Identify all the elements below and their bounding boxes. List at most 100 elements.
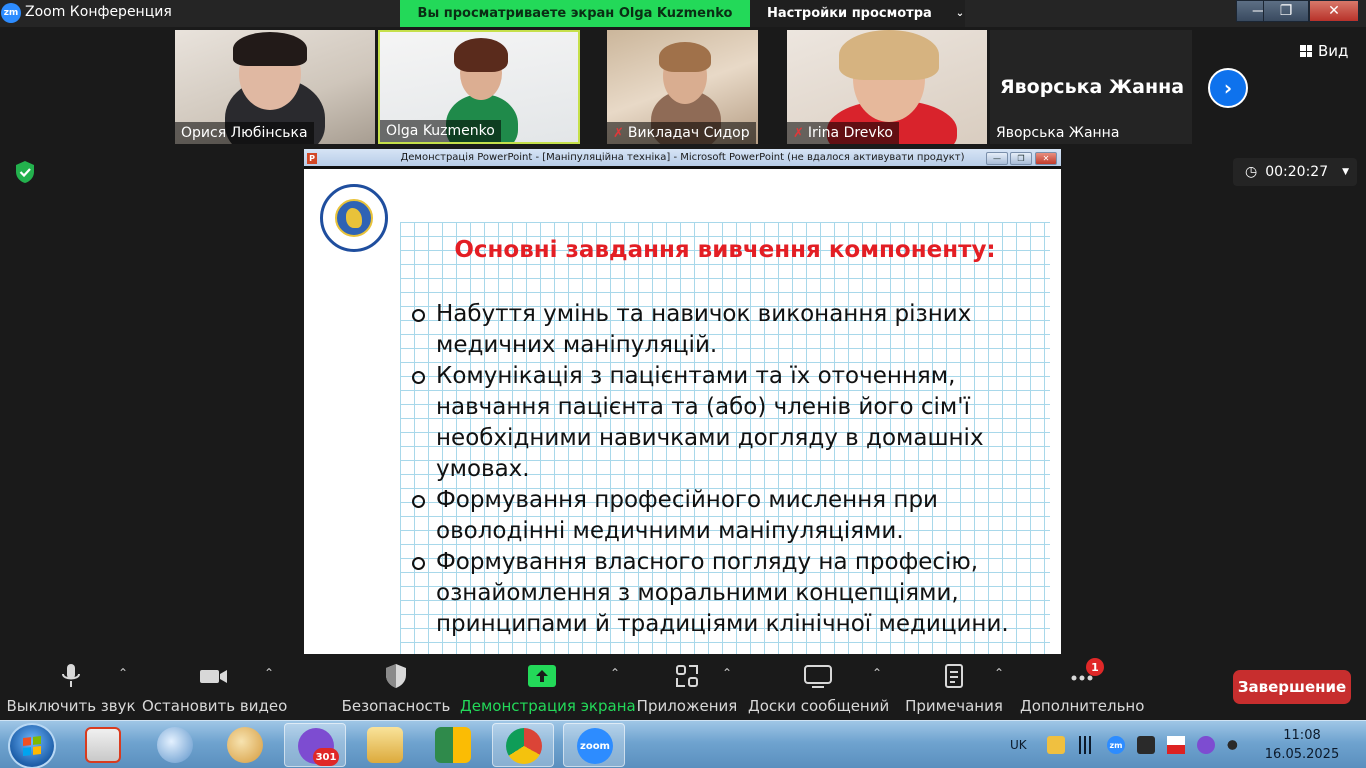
slide-title: Основні завдання вивчення компоненту:	[454, 237, 996, 263]
participant-hair	[233, 32, 307, 66]
bullet-circle-icon	[412, 371, 425, 384]
gallery-next-button[interactable]: ›	[1208, 68, 1248, 108]
share-banner: Вы просматриваете экран Olga Kuzmenko	[400, 0, 750, 27]
share-screen-button[interactable]: ⌃ Демонстрация экрана	[460, 654, 636, 720]
close-icon: ✕	[1328, 3, 1340, 19]
mute-options-caret-icon[interactable]: ⌃	[118, 666, 128, 680]
mic-muted-icon: ✗	[793, 125, 804, 141]
notes-label: Примечания	[905, 697, 1003, 715]
powerpoint-title: Демонстрація PowerPoint - [Маніпуляційна…	[400, 152, 965, 163]
magnifier-app-icon	[157, 727, 193, 763]
chevron-right-icon: ›	[1223, 76, 1233, 100]
whiteboards-label: Доски сообщений	[748, 697, 890, 715]
windows-taskbar: 301 zoom UK zm 11:08 16.05.2025	[0, 720, 1366, 768]
end-meeting-button[interactable]: Завершение	[1233, 670, 1351, 704]
bullet-circle-icon	[412, 495, 425, 508]
participant-name: Olga Kuzmenko	[380, 120, 501, 142]
participant-tile-active-speaker[interactable]: Olga Kuzmenko	[378, 30, 580, 144]
whiteboards-button[interactable]: ⌃ Доски сообщений	[748, 654, 890, 720]
slide-bullet-list: Набуття умінь та навичок виконання різни…	[412, 299, 1052, 640]
meeting-timer[interactable]: ◷ 00:20:27 ▼	[1233, 158, 1357, 186]
grid-icon	[1300, 45, 1312, 57]
share-options-caret-icon[interactable]: ⌃	[610, 666, 620, 680]
stop-video-label: Остановить видео	[142, 697, 288, 715]
whiteboard-icon	[804, 665, 832, 688]
encryption-shield-icon[interactable]	[14, 160, 36, 184]
taskbar-app-reader[interactable]	[72, 723, 134, 767]
taskbar-app-viber[interactable]: 301	[284, 723, 346, 767]
stop-video-button[interactable]: ⌃ Остановить видео	[142, 654, 288, 720]
security-button[interactable]: Безопасность	[336, 654, 456, 720]
view-button[interactable]: Вид	[1300, 42, 1348, 60]
apps-button[interactable]: ⌃ Приложения	[634, 654, 740, 720]
mute-button[interactable]: ⌃ Выключить звук	[0, 654, 142, 720]
paint-app-icon	[227, 727, 263, 763]
whiteboards-options-caret-icon[interactable]: ⌃	[872, 666, 882, 680]
apps-icon	[676, 665, 698, 687]
windows-logo-icon	[23, 736, 41, 756]
notes-options-caret-icon[interactable]: ⌃	[994, 666, 1004, 680]
restore-icon: ❐	[1017, 154, 1025, 163]
clock-icon: ◷	[1245, 164, 1258, 180]
notes-button[interactable]: ⌃ Примечания	[900, 654, 1008, 720]
language-indicator[interactable]: UK	[1010, 721, 1027, 768]
start-button[interactable]	[8, 723, 56, 768]
more-button[interactable]: 1 Дополнительно	[1020, 654, 1144, 720]
taskbar-app-paint[interactable]	[214, 723, 276, 767]
title-bar: zm Zoom Конференция Вы просматриваете эк…	[0, 0, 1366, 27]
close-icon: ✕	[1042, 154, 1050, 163]
view-settings-label: Настройки просмотра	[767, 6, 932, 21]
window-title: Zoom Конференция	[25, 4, 172, 20]
close-button[interactable]: ✕	[1309, 0, 1359, 22]
microphone-icon	[62, 664, 80, 687]
taskbar-clock[interactable]: 11:08 16.05.2025	[1262, 726, 1342, 764]
taskbar-app-search[interactable]	[144, 723, 206, 767]
powerpoint-icon: P	[307, 153, 317, 164]
ppt-restore-button[interactable]: ❐	[1010, 152, 1032, 165]
zoom-tray-icon[interactable]: zm	[1107, 736, 1125, 754]
participant-name: ✗ Викладач Сидор	[607, 122, 756, 144]
clock-date: 16.05.2025	[1264, 747, 1340, 762]
participant-name: Орися Любінська	[175, 122, 314, 144]
ppt-close-button[interactable]: ✕	[1035, 152, 1057, 165]
volume-icon[interactable]	[1227, 736, 1245, 754]
viber-unread-badge: 301	[313, 748, 339, 766]
shared-screen: P Демонстрація PowerPoint - [Маніпуляцій…	[304, 149, 1061, 654]
signal-bars-icon[interactable]	[1077, 736, 1095, 754]
action-center-flag-icon[interactable]	[1167, 736, 1185, 754]
apps-options-caret-icon[interactable]: ⌃	[722, 666, 732, 680]
reader-app-icon	[85, 727, 121, 763]
list-item: Набуття умінь та навичок виконання різни…	[412, 299, 1052, 361]
lion-icon	[346, 208, 362, 228]
participant-name: Яворська Жанна	[996, 125, 1120, 141]
security-label: Безопасность	[341, 697, 451, 715]
restore-button[interactable]: ❐	[1263, 0, 1309, 22]
power-plug-icon[interactable]	[1137, 736, 1155, 754]
view-settings-button[interactable]: Настройки просмотра ⌄	[750, 0, 965, 27]
participant-tile[interactable]: Яворська Жанна Яворська Жанна	[990, 30, 1192, 144]
clock-time: 11:08	[1283, 728, 1321, 743]
taskbar-app-explorer[interactable]	[354, 723, 416, 767]
view-label: Вид	[1318, 42, 1349, 60]
video-camera-icon	[200, 670, 227, 683]
network-tray-icon[interactable]	[1047, 736, 1065, 754]
share-screen-icon	[528, 665, 556, 687]
security-shield-icon	[386, 664, 406, 688]
participant-tile[interactable]: ✗ Irina Drevko	[787, 30, 987, 144]
list-item: Комунікація з пацієнтами та їх оточенням…	[412, 361, 1052, 485]
viber-tray-icon[interactable]	[1197, 736, 1215, 754]
video-options-caret-icon[interactable]: ⌃	[264, 666, 274, 680]
taskbar-app-zoom[interactable]: zoom	[563, 723, 625, 767]
participant-tile[interactable]: Орися Любінська	[175, 30, 375, 144]
meeting-toolbar: ⌃ Выключить звук ⌃ Остановить видео Безо…	[0, 654, 1366, 720]
taskbar-app-meet[interactable]	[422, 723, 484, 767]
taskbar-app-chrome[interactable]	[492, 723, 554, 767]
ppt-minimize-button[interactable]: —	[986, 152, 1008, 165]
minimize-icon: —	[993, 154, 1001, 163]
more-label: Дополнительно	[1020, 697, 1145, 715]
mute-label: Выключить звук	[6, 697, 136, 715]
list-item: Формування власного погляду на професію,…	[412, 547, 1052, 640]
mic-muted-icon: ✗	[613, 125, 624, 141]
participant-tile[interactable]: ✗ Викладач Сидор	[607, 30, 758, 144]
more-notification-badge: 1	[1086, 658, 1104, 676]
